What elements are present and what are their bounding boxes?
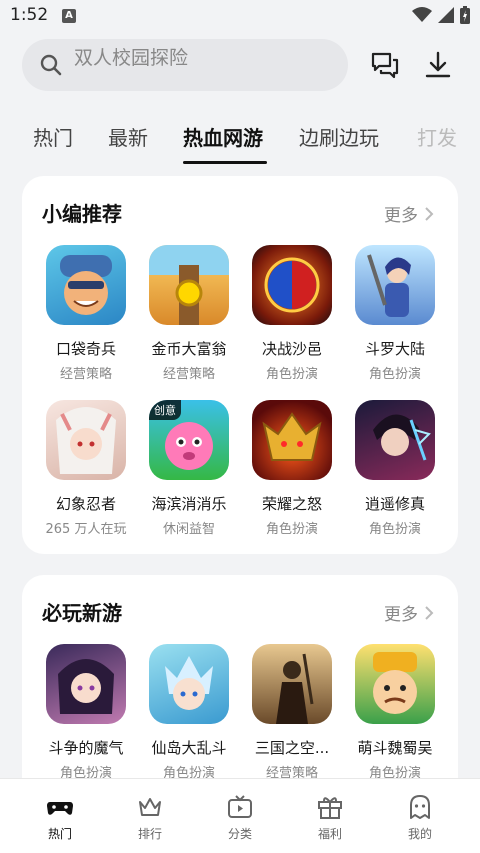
game-genre: 角色扮演: [368, 522, 421, 537]
tab-play-while-browsing[interactable]: 边刷边玩: [299, 122, 379, 151]
search-input[interactable]: 双人校园探险: [22, 39, 348, 91]
section-title: 小编推荐: [42, 202, 122, 226]
system-icons: [412, 6, 470, 24]
game-icon: [355, 245, 435, 325]
wifi-icon: [412, 7, 432, 22]
game-name: 斗争的魔气: [48, 739, 124, 757]
bottom-nav: 热门 排行 分类 福利 我的: [0, 778, 480, 853]
game-item[interactable]: 逍遥修真 角色扮演: [343, 400, 447, 537]
game-item[interactable]: 荣耀之怒 角色扮演: [240, 400, 344, 537]
game-name: 萌斗魏蜀吴: [357, 739, 433, 757]
more-label: 更多: [384, 605, 418, 625]
category-tabs: 热门 最新 热血网游 边刷边玩 打发: [0, 118, 480, 168]
active-tab-indicator: [183, 161, 267, 164]
game-icon: 创意: [149, 400, 229, 480]
game-name: 仙岛大乱斗: [151, 739, 227, 757]
game-icon: [46, 644, 126, 724]
game-name: 荣耀之怒: [261, 495, 322, 513]
more-button[interactable]: 更多: [384, 201, 434, 226]
game-icon: [355, 400, 435, 480]
nav-item-benefits[interactable]: 福利: [300, 793, 360, 842]
game-name: 金币大富翁: [151, 340, 227, 358]
editor-picks-card: 小编推荐 更多 口袋奇兵 经营策略 金币大富翁 经营策略 决战沙邑 角色扮演 斗…: [22, 176, 458, 554]
game-item[interactable]: 幻象忍者 265 万人在玩: [34, 400, 138, 537]
download-icon[interactable]: [423, 50, 453, 80]
chevron-right-icon: [425, 605, 434, 620]
game-item[interactable]: 仙岛大乱斗 角色扮演: [137, 644, 241, 781]
game-name: 斗罗大陆: [364, 340, 425, 358]
game-name: 三国之空...: [254, 739, 330, 757]
search-icon: [40, 54, 62, 76]
game-genre: 角色扮演: [265, 367, 318, 382]
game-name: 海滨消消乐: [151, 495, 227, 513]
status-bar: 1:52 A: [0, 0, 480, 34]
nav-label: 分类: [227, 827, 252, 841]
game-item[interactable]: 萌斗魏蜀吴 角色扮演: [343, 644, 447, 781]
nav-item-mine[interactable]: 我的: [390, 793, 450, 842]
search-placeholder: 双人校园探险: [74, 47, 189, 69]
game-item[interactable]: 口袋奇兵 经营策略: [34, 245, 138, 382]
game-item[interactable]: 斗争的魔气 角色扮演: [34, 644, 138, 781]
nav-label: 排行: [137, 827, 162, 841]
game-players: 265 万人在玩: [45, 522, 127, 537]
game-icon: [252, 400, 332, 480]
chevron-right-icon: [425, 206, 434, 221]
game-icon: [46, 245, 126, 325]
game-genre: 角色扮演: [265, 522, 318, 537]
notification-badge: A: [62, 9, 76, 23]
game-genre: 角色扮演: [368, 367, 421, 382]
game-name: 口袋奇兵: [55, 340, 116, 358]
game-icon: [252, 245, 332, 325]
game-genre: 休闲益智: [162, 522, 215, 537]
game-icon: [149, 644, 229, 724]
status-time: 1:52: [10, 5, 49, 25]
game-genre: 经营策略: [59, 367, 112, 382]
game-name: 幻象忍者: [55, 495, 116, 513]
message-icon[interactable]: [370, 50, 400, 80]
game-name: 决战沙邑: [261, 340, 322, 358]
game-icon: [252, 644, 332, 724]
nav-item-ranking[interactable]: 排行: [120, 793, 180, 842]
nav-item-hot[interactable]: 热门: [30, 793, 90, 842]
ghost-icon: [410, 795, 430, 819]
game-item[interactable]: 斗罗大陆 角色扮演: [343, 245, 447, 382]
game-icon: [149, 245, 229, 325]
nav-label: 福利: [317, 827, 342, 841]
crown-icon: [139, 798, 161, 816]
tab-hot[interactable]: 热门: [33, 122, 73, 151]
signal-icon: [438, 7, 454, 23]
battery-icon: [460, 6, 470, 24]
game-item[interactable]: 三国之空... 经营策略: [240, 644, 344, 781]
nav-item-category[interactable]: 分类: [210, 793, 270, 842]
game-icon: [355, 644, 435, 724]
nav-label: 热门: [47, 827, 72, 841]
game-item[interactable]: 创意 海滨消消乐 休闲益智: [137, 400, 241, 537]
more-label: 更多: [384, 206, 418, 226]
tab-online-games[interactable]: 热血网游: [183, 122, 263, 151]
section-title: 必玩新游: [42, 601, 122, 625]
game-item[interactable]: 金币大富翁 经营策略: [137, 245, 241, 382]
game-genre: 经营策略: [162, 367, 215, 382]
game-name: 逍遥修真: [364, 495, 425, 513]
tab-pastime[interactable]: 打发: [417, 122, 457, 151]
more-button[interactable]: 更多: [384, 600, 434, 625]
tab-newest[interactable]: 最新: [108, 122, 148, 151]
game-item[interactable]: 决战沙邑 角色扮演: [240, 245, 344, 382]
creative-badge: 创意: [149, 400, 181, 420]
gamepad-icon: [47, 802, 73, 815]
game-icon: [46, 400, 126, 480]
tv-icon: [228, 795, 252, 818]
nav-label: 我的: [407, 827, 432, 841]
gift-icon: [318, 797, 342, 819]
